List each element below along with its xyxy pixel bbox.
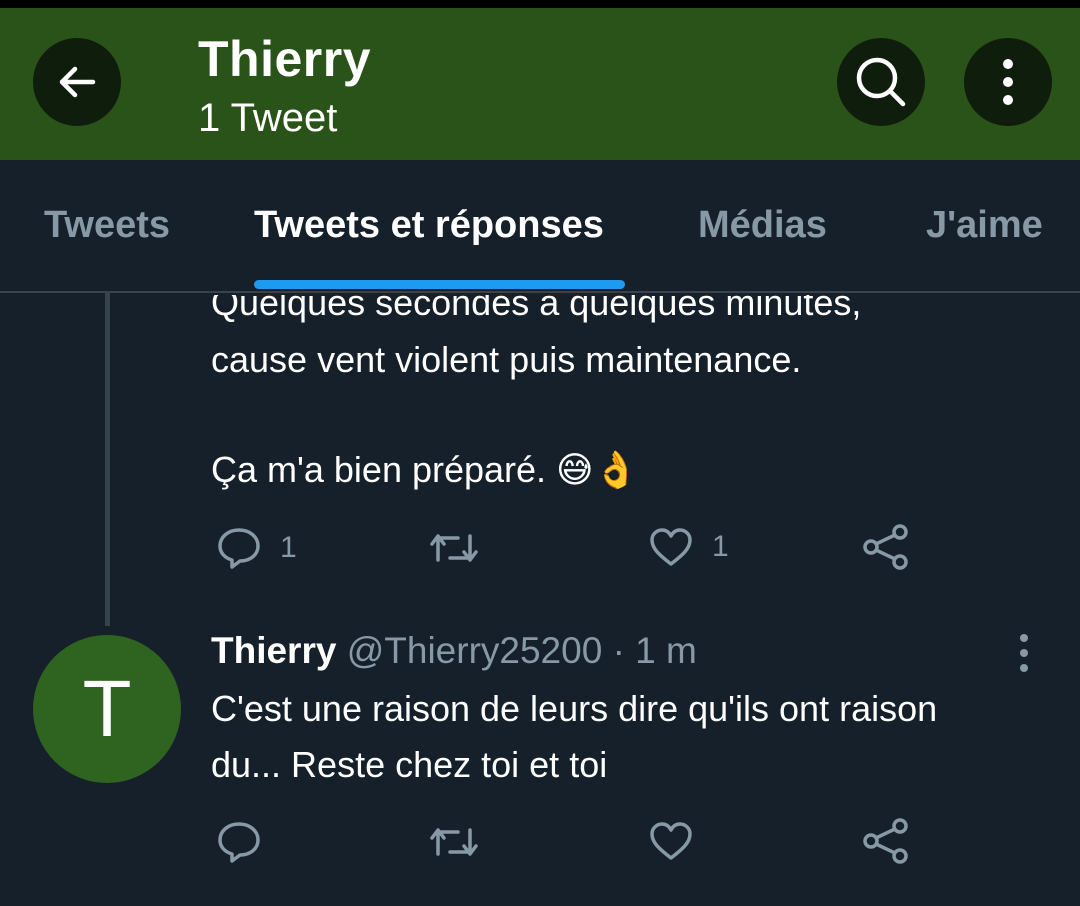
- like-button[interactable]: [648, 820, 694, 862]
- tab-media[interactable]: Médias: [698, 204, 827, 247]
- retweet-icon: [430, 534, 478, 562]
- retweet-icon: [430, 828, 478, 856]
- heart-icon: [650, 528, 692, 566]
- tab-tweets[interactable]: Tweets: [44, 204, 170, 247]
- author-handle[interactable]: @Thierry25200: [347, 630, 603, 671]
- tweet-1-text-line: Ça m'a bien préparé. 😅👌: [211, 449, 639, 490]
- retweet-button[interactable]: [428, 530, 480, 566]
- reply-button[interactable]: 1: [216, 526, 297, 570]
- profile-header: Thierry 1 Tweet: [0, 8, 1080, 160]
- share-icon: [863, 818, 908, 864]
- author-name[interactable]: Thierry: [211, 630, 336, 671]
- share-button[interactable]: [862, 524, 910, 570]
- more-vertical-icon: [1003, 59, 1013, 105]
- tweet-timestamp: · 1 m: [612, 630, 697, 671]
- search-button[interactable]: [837, 38, 925, 126]
- tweet-2-text-line: C'est une raison de leurs dire qu'ils on…: [211, 688, 938, 729]
- tweet-2-header: Thierry @Thierry25200 · 1 m: [211, 630, 697, 672]
- tab-likes[interactable]: J'aime: [926, 204, 1043, 247]
- more-options-button[interactable]: [964, 38, 1052, 126]
- reply-icon: [218, 822, 260, 863]
- tweet-2-text-line: du... Reste chez toi et toi: [211, 744, 608, 785]
- share-button[interactable]: [862, 818, 910, 864]
- reply-button[interactable]: [216, 820, 262, 864]
- tweet-1-text-line: cause vent violent puis maintenance.: [211, 339, 802, 380]
- tweet-1-text-line: Quelques secondes à quelques minutes,: [211, 295, 862, 323]
- tab-tweets-and-replies[interactable]: Tweets et réponses: [254, 204, 604, 247]
- reply-count: 1: [280, 531, 297, 564]
- status-bar-strip: [0, 0, 1080, 8]
- avatar[interactable]: T: [33, 635, 181, 783]
- retweet-button[interactable]: [428, 824, 480, 860]
- tweet-more-button[interactable]: [1010, 632, 1038, 679]
- back-button[interactable]: [33, 38, 121, 126]
- like-count: 1: [712, 530, 729, 563]
- like-button[interactable]: 1: [648, 526, 729, 568]
- share-icon: [863, 524, 908, 570]
- reply-icon: [218, 528, 260, 569]
- heart-icon: [650, 822, 692, 860]
- back-arrow-icon: [59, 66, 96, 98]
- page-title: Thierry: [198, 31, 372, 87]
- tweet-count: 1 Tweet: [198, 96, 338, 140]
- search-icon: [856, 57, 906, 107]
- active-tab-indicator: [254, 280, 625, 289]
- profile-tabs: Tweets Tweets et réponses Médias J'aime: [0, 160, 1080, 293]
- more-vertical-icon: [1020, 634, 1028, 672]
